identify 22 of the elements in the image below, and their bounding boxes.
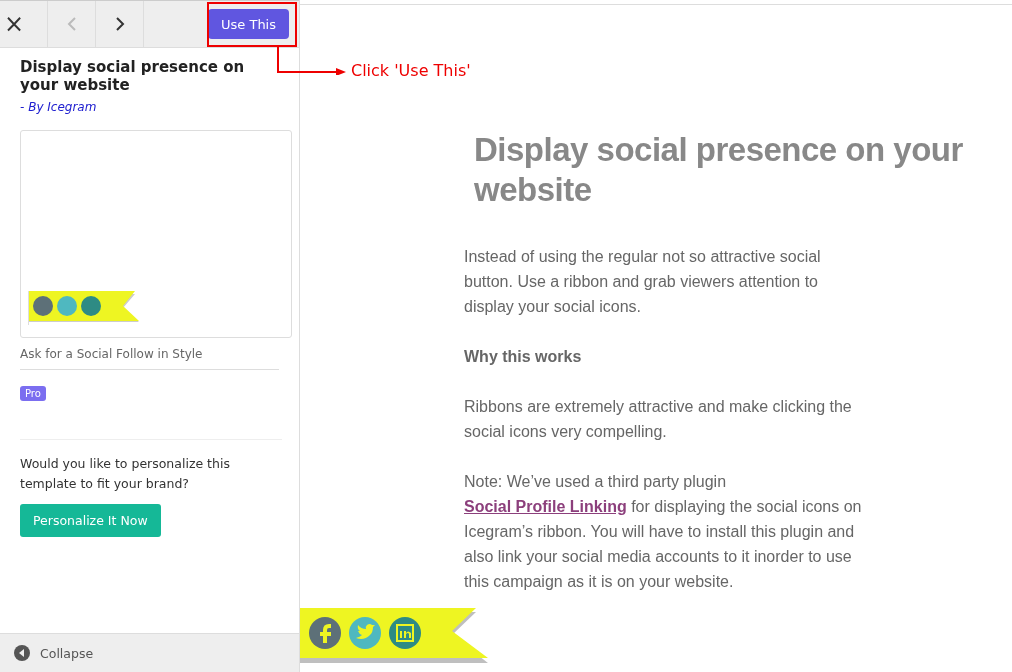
chevron-right-icon [114, 16, 125, 32]
collapse-icon [14, 645, 30, 661]
note-paragraph: Note: We’ve used a third party plugin Social Profile Linking for displaying the social icons on Icegram’s ribbon. You will have to install this plugin and also link your social media accounts to it inorder to use this campaign as it is on your website. [464, 472, 863, 592]
annotation-label: Click 'Use This' [351, 61, 471, 80]
chevron-left-icon [66, 16, 77, 32]
content-heading: Display social presence on your website [474, 130, 964, 210]
author-label: - By Icegram [20, 100, 98, 114]
content-paragraph: Ribbons are extremely attractive and make clicking the social icons very compelling. [464, 397, 853, 442]
collapse-button[interactable]: Collapse [0, 633, 299, 672]
section-heading: Why this works [464, 347, 583, 367]
annotation-arrow [277, 45, 347, 75]
plugin-link[interactable]: Social Profile Linking [464, 498, 627, 515]
template-subtitle: Ask for a Social Follow in Style [20, 338, 279, 370]
facebook-icon [309, 617, 341, 649]
twitter-icon [349, 617, 381, 649]
linkedin-icon [389, 617, 421, 649]
pro-badge: Pro [20, 386, 46, 401]
content-paragraph: Instead of using the regular not so attractive social button. Use a ribbon and grab viewers attention to display your social icons. [464, 247, 822, 317]
close-button[interactable]: × [0, 1, 48, 47]
use-this-button[interactable]: Use This [208, 9, 289, 39]
personalize-prompt: Would you like to personalize this template to fit your brand? [20, 439, 282, 494]
template-title: Display social presence on your website [20, 58, 246, 94]
